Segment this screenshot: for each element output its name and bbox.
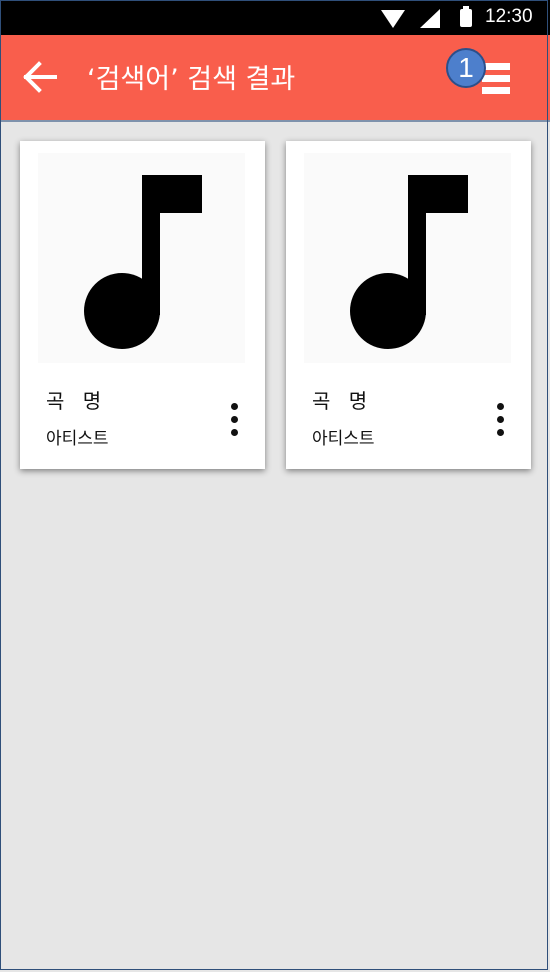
song-card[interactable]: 곡 명 아티스트 bbox=[20, 141, 265, 469]
more-vert-icon[interactable] bbox=[491, 403, 511, 437]
song-title: 곡 명 bbox=[46, 389, 108, 413]
artist-name: 아티스트 bbox=[312, 429, 375, 449]
album-art bbox=[38, 153, 245, 363]
cell-signal-icon bbox=[420, 9, 440, 28]
app-bar-divider bbox=[0, 120, 550, 122]
album-art bbox=[304, 153, 511, 363]
music-note-icon bbox=[350, 175, 468, 349]
song-title: 곡 명 bbox=[312, 389, 374, 413]
status-bar: 12:30 bbox=[0, 0, 550, 35]
battery-icon bbox=[460, 6, 472, 27]
wifi-icon bbox=[381, 10, 405, 28]
app-bar: ‘검색어’ 검색 결과 1 bbox=[0, 35, 550, 120]
more-vert-icon[interactable] bbox=[225, 403, 245, 437]
music-note-icon bbox=[84, 175, 202, 349]
page-title: ‘검색어’ 검색 결과 bbox=[87, 64, 296, 95]
back-arrow-icon[interactable] bbox=[22, 61, 58, 93]
song-card[interactable]: 곡 명 아티스트 bbox=[286, 141, 531, 469]
annotation-badge: 1 bbox=[446, 48, 486, 88]
clock: 12:30 bbox=[485, 6, 533, 27]
artist-name: 아티스트 bbox=[46, 429, 109, 449]
list-menu-icon[interactable] bbox=[482, 63, 514, 95]
